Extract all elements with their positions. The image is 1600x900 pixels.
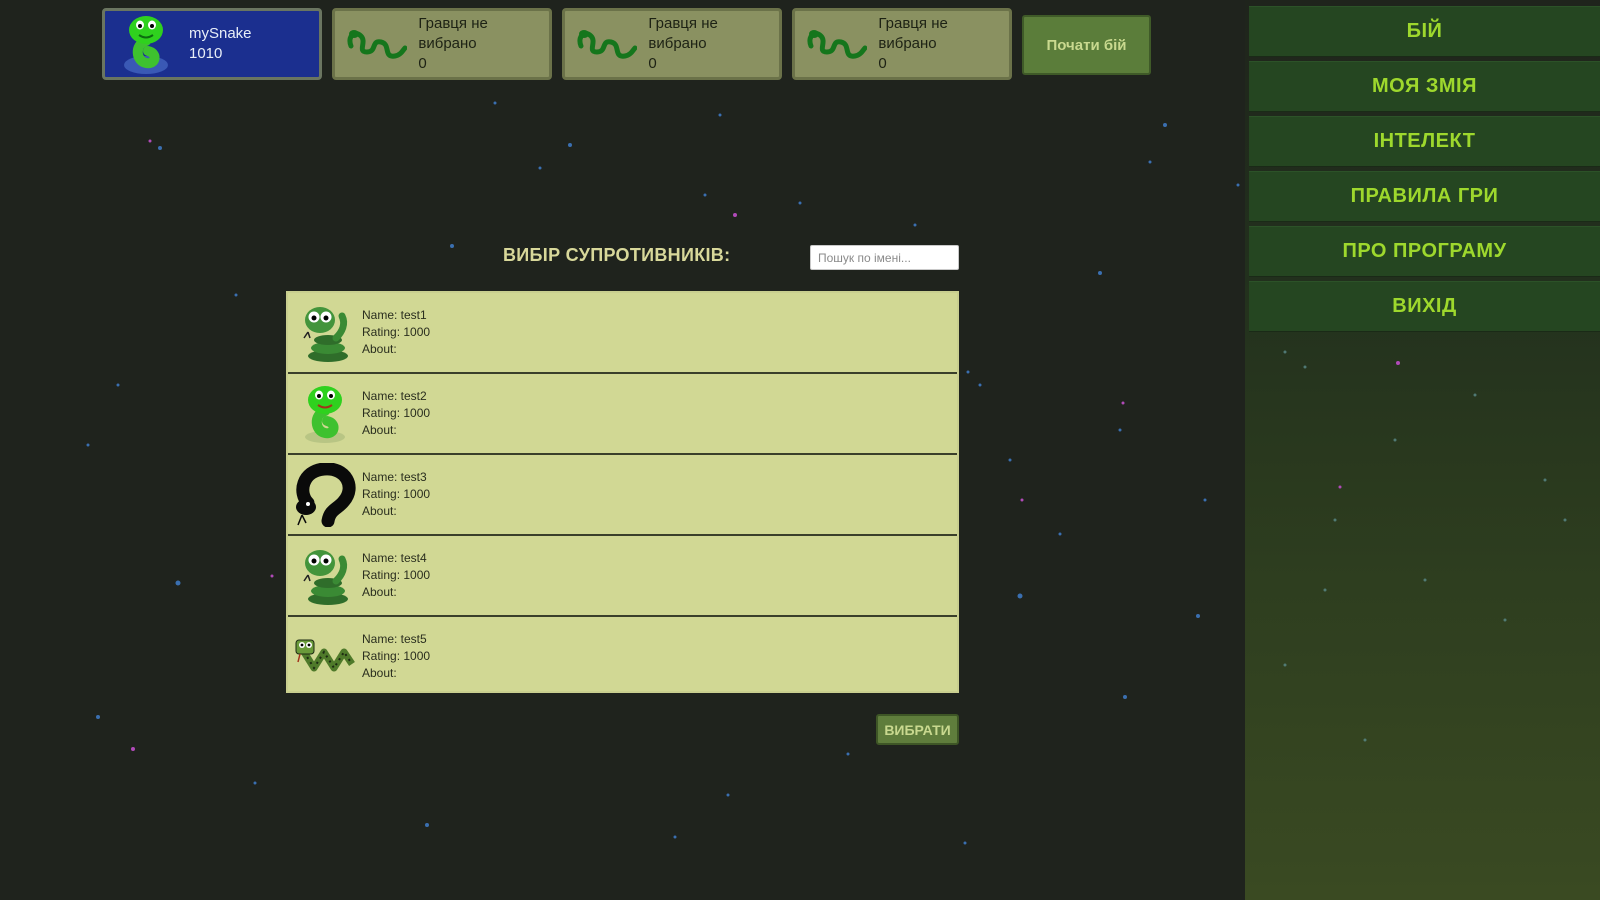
menu-item-exit[interactable]: ВИХІД [1249, 281, 1600, 331]
start-battle-button[interactable]: Почати бій [1022, 15, 1151, 75]
zigzag-snake-icon [294, 625, 356, 689]
squiggle-snake-icon [573, 14, 638, 74]
squiggle-snake-icon [343, 14, 408, 74]
menu-item-intellect[interactable]: ІНТЕЛЕКТ [1249, 116, 1600, 166]
player-slot-2[interactable]: Гравця не вибрано 0 [332, 8, 552, 80]
opponent-name: Name: test3 [362, 470, 427, 484]
menu-item-battle[interactable]: БІЙ [1249, 6, 1600, 56]
menu-item-about[interactable]: ПРО ПРОГРАМУ [1249, 226, 1600, 276]
opponent-about: About: [362, 585, 397, 599]
coiled-snake-icon [294, 301, 356, 365]
section-title: ВИБІР СУПРОТИВНИКІВ: [503, 245, 731, 265]
opponent-name: Name: test2 [362, 389, 427, 403]
player-name: Гравця не вибрано [648, 15, 718, 52]
player-slot-3[interactable]: Гравця не вибрано 0 [562, 8, 782, 80]
opponent-name: Name: test1 [362, 308, 427, 322]
opponent-about: About: [362, 423, 397, 437]
opponents-list[interactable]: Name: test1 Rating: 1000 About: Name: te… [286, 291, 959, 693]
green-snake-icon [113, 14, 179, 74]
opponent-rating: Rating: 1000 [362, 325, 431, 339]
opponent-row[interactable]: Name: test2 Rating: 1000 About: [288, 374, 957, 455]
player-rating: 0 [878, 55, 887, 72]
coiled-snake-icon [294, 544, 356, 608]
main-menu: БІЙ МОЯ ЗМІЯ ІНТЕЛЕКТ ПРАВИЛА ГРИ ПРО ПР… [1249, 6, 1600, 336]
player-slot-1[interactable]: mySnake 1010 [102, 8, 322, 80]
squiggle-snake-icon [803, 14, 868, 74]
opponent-about: About: [362, 666, 397, 680]
player-rating: 0 [418, 55, 427, 72]
opponent-rating: Rating: 1000 [362, 649, 431, 663]
menu-item-rules[interactable]: ПРАВИЛА ГРИ [1249, 171, 1600, 221]
player-rating: 1010 [189, 45, 223, 62]
select-button[interactable]: ВИБРАТИ [876, 714, 959, 745]
player-name: Гравця не вибрано [878, 15, 948, 52]
opponent-name: Name: test5 [362, 632, 427, 646]
opponent-about: About: [362, 504, 397, 518]
opponent-rating: Rating: 1000 [362, 406, 431, 420]
player-name: Гравця не вибрано [418, 15, 488, 52]
opponent-row[interactable]: Name: test5 Rating: 1000 About: [288, 617, 957, 696]
opponent-rating: Rating: 1000 [362, 568, 431, 582]
opponent-name: Name: test4 [362, 551, 427, 565]
opponent-about: About: [362, 342, 397, 356]
player-rating: 0 [648, 55, 657, 72]
opponent-row[interactable]: Name: test1 Rating: 1000 About: [288, 293, 957, 374]
opponent-rating: Rating: 1000 [362, 487, 431, 501]
search-input[interactable] [810, 245, 959, 270]
green-snake-icon [294, 382, 356, 446]
opponent-row[interactable]: Name: test3 Rating: 1000 About: [288, 455, 957, 536]
menu-item-my-snake[interactable]: МОЯ ЗМІЯ [1249, 61, 1600, 111]
black-snake-icon [294, 462, 356, 527]
opponent-row[interactable]: Name: test4 Rating: 1000 About: [288, 536, 957, 617]
player-slot-4[interactable]: Гравця не вибрано 0 [792, 8, 1012, 80]
player-name: mySnake [189, 25, 252, 42]
